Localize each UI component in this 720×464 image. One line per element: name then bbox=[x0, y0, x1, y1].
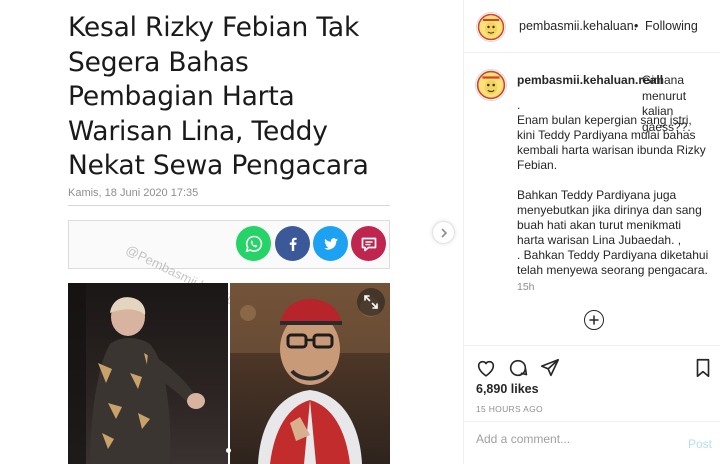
caption-text: kembali harta warisan ibunda Rizky bbox=[517, 143, 706, 157]
comment-icon bbox=[351, 226, 386, 261]
chevron-right-icon[interactable] bbox=[432, 221, 455, 244]
heart-icon[interactable] bbox=[475, 357, 497, 379]
headline-line: Kesal Rizky Febian Tak bbox=[68, 12, 360, 43]
post-side-panel: pembasmii.kehaluan. • Following pembasmi… bbox=[463, 0, 720, 464]
caption-text: kini Teddy Pardiyana mulai bahas bbox=[517, 128, 696, 142]
article-date: Kamis, 18 Juni 2020 17:35 bbox=[68, 187, 199, 199]
caption-timestamp: 15h bbox=[517, 281, 535, 293]
headline-line: Segera Bahas bbox=[68, 46, 249, 78]
post-timestamp: 15 HOURS AGO bbox=[476, 404, 543, 414]
caption-text: telah menyewa seorang pengacara. bbox=[517, 263, 708, 277]
caption-text: . bbox=[517, 98, 521, 112]
caption-text: Bahkan Teddy Pardiyana juga bbox=[517, 188, 677, 202]
load-more-comments-icon[interactable] bbox=[584, 310, 604, 330]
whatsapp-icon bbox=[236, 226, 271, 261]
caption-text: buah hati akan turut menikmati bbox=[517, 218, 682, 232]
caption-text: menyebutkan jika dirinya dan sang bbox=[517, 203, 702, 217]
headline-line: Warisan Lina, Teddy bbox=[68, 115, 328, 147]
header-username[interactable]: pembasmii.kehaluan. bbox=[519, 19, 637, 33]
separator-dot: • bbox=[634, 19, 639, 33]
headline-line: Nekat Sewa Pengacara bbox=[68, 150, 369, 181]
following-button[interactable]: Following bbox=[645, 19, 698, 33]
headline-line: Pembagian Harta bbox=[68, 81, 295, 112]
divider bbox=[68, 205, 390, 206]
carousel-indicator bbox=[226, 448, 231, 453]
twitter-icon bbox=[313, 226, 348, 261]
caption-text: harta warisan Lina Jubaedah. , bbox=[517, 233, 682, 247]
comment-input[interactable] bbox=[476, 432, 666, 446]
facebook-icon bbox=[275, 226, 310, 261]
photo-left bbox=[68, 283, 228, 464]
caption-text: Febian. bbox=[517, 158, 558, 172]
post-button[interactable]: Post bbox=[688, 437, 712, 451]
post-header: pembasmii.kehaluan. • Following bbox=[464, 0, 720, 53]
share-icon[interactable] bbox=[539, 357, 561, 379]
avatar[interactable] bbox=[475, 69, 507, 101]
post-media: Kesal Rizky Febian Tak Segera Bahas Pemb… bbox=[0, 0, 463, 464]
expand-icon[interactable] bbox=[357, 288, 385, 316]
avatar[interactable] bbox=[476, 12, 506, 42]
article-headline: Kesal Rizky Febian Tak Segera Bahas Pemb… bbox=[68, 11, 398, 184]
divider bbox=[464, 421, 720, 422]
likes-count[interactable]: 6,890 likes bbox=[476, 382, 539, 396]
caption-text: . Bahkan Teddy Pardiyana diketahui bbox=[517, 248, 709, 262]
caption-text: Enam bulan kepergian sang istri, bbox=[517, 113, 692, 127]
comment-icon[interactable] bbox=[507, 357, 529, 379]
divider bbox=[464, 345, 720, 346]
bookmark-icon[interactable] bbox=[692, 357, 714, 379]
